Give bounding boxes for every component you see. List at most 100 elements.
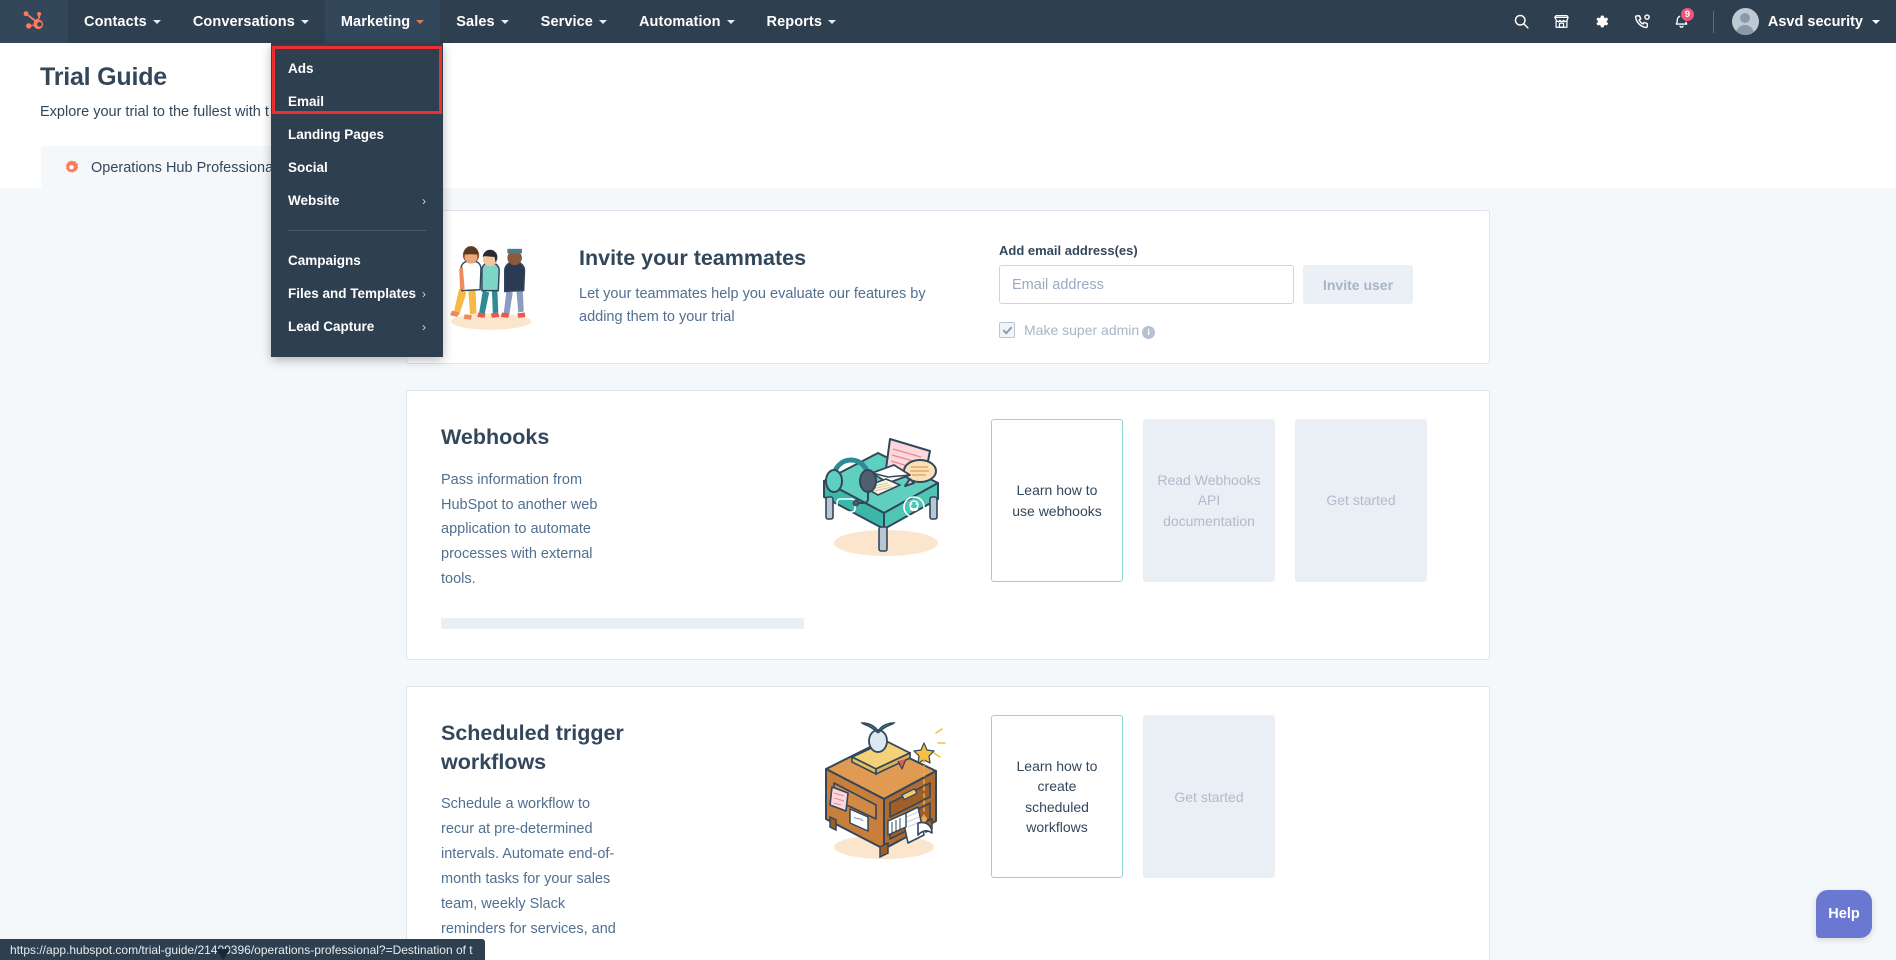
action-read-webhooks-api-documentation[interactable]: Read Webhooks API documentation	[1143, 419, 1275, 582]
invite-form: Add email address(es) Invite user Make s…	[999, 211, 1489, 363]
dropdown-item-label: Website	[288, 193, 340, 208]
feature-body: Schedule a workflow to recur at pre-dete…	[441, 796, 616, 960]
three-teammates-illustration	[450, 246, 531, 330]
invite-left: Invite your teammates Let your teammates…	[407, 211, 999, 363]
invite-user-button[interactable]: Invite user	[1303, 265, 1413, 304]
feature-illustration-wrap	[793, 715, 969, 960]
email-field-label: Add email address(es)	[999, 243, 1138, 258]
nav-item-service[interactable]: Service	[525, 0, 623, 43]
dropdown-item-ads[interactable]: Ads	[271, 52, 443, 85]
nav-item-label: Service	[540, 13, 593, 30]
nav-item-automation[interactable]: Automation	[623, 0, 751, 43]
marketplace-icon[interactable]	[1543, 0, 1581, 43]
action-label: Learn how to create scheduled workflows	[1016, 758, 1098, 836]
invite-teammates-card: Invite your teammates Let your teammates…	[406, 210, 1490, 364]
account-menu-button[interactable]: Asvd security	[1726, 8, 1880, 35]
search-icon[interactable]	[1503, 0, 1541, 43]
chevron-down-icon	[828, 19, 837, 24]
feature-body: Pass information from HubSpot to another…	[441, 471, 598, 588]
feature-illustration-wrap	[793, 419, 969, 629]
dropdown-item-landing-pages[interactable]: Landing Pages	[271, 118, 443, 151]
dropdown-item-website[interactable]: Website ›	[271, 184, 443, 217]
feature-text-block: Scheduled trigger workflows Schedule a w…	[441, 715, 793, 960]
chevron-right-icon: ›	[422, 193, 426, 208]
nav-item-conversations[interactable]: Conversations	[177, 0, 325, 43]
chevron-down-icon	[300, 19, 309, 24]
dropdown-item-social[interactable]: Social	[271, 151, 443, 184]
notification-count-badge: 9	[1679, 7, 1695, 22]
dropdown-item-lead-capture[interactable]: Lead Capture ›	[271, 310, 443, 343]
hubspot-logo-button[interactable]	[0, 0, 68, 43]
action-label: Read Webhooks API documentation	[1157, 472, 1261, 529]
action-label: Get started	[1174, 788, 1244, 805]
dropdown-item-label: Landing Pages	[288, 127, 385, 142]
chevron-down-icon	[598, 19, 607, 24]
tab-operations-hub-professional[interactable]: Operations Hub Professional	[41, 146, 299, 188]
action-learn-how-to-use-webhooks[interactable]: Learn how to use webhooks	[991, 419, 1123, 582]
nav-item-label: Contacts	[84, 13, 147, 30]
dropdown-item-label: Lead Capture	[288, 319, 375, 334]
make-super-admin-label: Make super admin i	[1024, 322, 1156, 339]
invite-heading: Invite your teammates	[579, 246, 807, 271]
dropdown-item-label: Files and Templates	[288, 286, 417, 301]
feature-title: Scheduled trigger workflows	[441, 721, 624, 774]
chevron-down-icon	[726, 19, 735, 24]
tab-label: Operations Hub Professional	[91, 159, 277, 176]
feature-card-webhooks: Webhooks Pass information from HubSpot t…	[406, 390, 1490, 661]
feature-text-block: Webhooks Pass information from HubSpot t…	[441, 419, 804, 630]
sprocket-icon	[65, 160, 79, 173]
action-learn-how-to-create-scheduled-workflows[interactable]: Learn how to create scheduled workflows	[991, 715, 1123, 879]
info-icon[interactable]: i	[1142, 325, 1156, 339]
hubspot-sprocket-logo-icon	[23, 11, 43, 30]
dropdown-item-label: Campaigns	[288, 253, 361, 268]
chevron-down-icon	[500, 19, 509, 24]
feature-card-scheduled-trigger-workflows: Scheduled trigger workflows Schedule a w…	[406, 686, 1490, 960]
nav-divider	[1712, 10, 1714, 33]
feature-actions: Learn how to use webhooks Read Webhooks …	[969, 419, 1455, 629]
notifications-bell-icon[interactable]: 9	[1663, 0, 1701, 43]
help-button[interactable]: Help	[1816, 890, 1872, 938]
chevron-down-icon	[1872, 19, 1880, 24]
invite-text: Invite your teammates Let your teammates…	[541, 246, 954, 328]
nav-item-label: Automation	[638, 13, 721, 30]
feature-title: Webhooks	[441, 425, 550, 449]
gear-icon[interactable]	[1583, 0, 1621, 43]
chevron-right-icon: ›	[422, 319, 426, 334]
email-field-row: Invite user	[999, 265, 1489, 304]
action-label: Learn how to use webhooks	[1012, 482, 1102, 519]
account-name-label: Asvd security	[1767, 13, 1863, 30]
chevron-right-icon: ›	[422, 286, 426, 301]
action-get-started-scheduled-workflows[interactable]: Get started	[1143, 715, 1275, 879]
primary-nav-items: Contacts Conversations Marketing Sales S…	[68, 0, 852, 43]
avatar	[1731, 8, 1759, 35]
nav-right-icons: 9 Asvd security	[1503, 0, 1896, 43]
feature-progress-bar	[441, 618, 804, 630]
feature-actions: Learn how to create scheduled workflows …	[969, 715, 1455, 960]
dropdown-item-files-and-templates[interactable]: Files and Templates ›	[271, 277, 443, 310]
nav-item-sales[interactable]: Sales	[440, 0, 524, 43]
make-super-admin-checkbox[interactable]	[999, 322, 1015, 339]
dropdown-item-campaigns[interactable]: Campaigns	[271, 244, 443, 277]
webhooks-desk-illustration	[823, 438, 939, 556]
make-super-admin-text: Make super admin	[1024, 322, 1140, 338]
dropdown-item-label: Email	[288, 94, 325, 109]
filing-cabinet-illustration	[825, 722, 946, 860]
make-super-admin-row: Make super admin i	[999, 322, 1489, 339]
invite-body: Let your teammates help you evaluate our…	[579, 286, 926, 325]
email-input[interactable]	[999, 265, 1294, 304]
mouse-cursor	[216, 949, 230, 960]
nav-item-label: Conversations	[192, 13, 295, 30]
marketing-dropdown-menu: Ads Email Landing Pages Social Website ›…	[271, 43, 443, 357]
dropdown-separator	[288, 230, 426, 231]
nav-item-contacts[interactable]: Contacts	[68, 0, 177, 43]
calling-icon[interactable]	[1623, 0, 1661, 43]
nav-item-reports[interactable]: Reports	[751, 0, 853, 43]
nav-item-label: Reports	[766, 13, 823, 30]
action-get-started-webhooks[interactable]: Get started	[1295, 419, 1427, 582]
dropdown-item-email[interactable]: Email	[271, 85, 443, 118]
nav-item-label: Marketing	[340, 13, 411, 30]
nav-item-marketing[interactable]: Marketing	[324, 0, 441, 43]
dropdown-item-label: Ads	[288, 61, 314, 76]
action-label: Get started	[1326, 492, 1396, 509]
